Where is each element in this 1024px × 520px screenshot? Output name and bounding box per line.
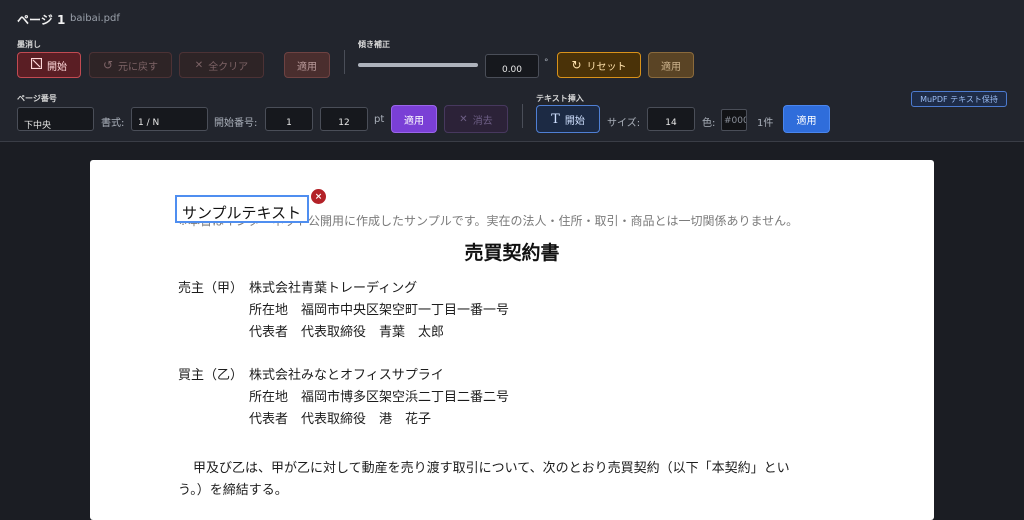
text-insert-section-label: テキスト挿入: [536, 94, 584, 103]
page-number-apply-label: 適用: [404, 115, 424, 127]
text-insert-apply-button[interactable]: 適用: [783, 105, 830, 133]
redact-apply-label: 適用: [297, 61, 317, 73]
seller-representative: 代表者 代表取締役 青葉 太郎: [249, 325, 445, 340]
deskew-reset-button[interactable]: ↻ リセット: [557, 52, 641, 78]
page-number-section-label: ページ番号: [17, 94, 57, 103]
deskew-apply-label: 適用: [661, 61, 681, 73]
deskew-slider[interactable]: [358, 63, 478, 67]
toolbar: ページ 1 baibai.pdf 墨消し 開始 ↺ 元に戻す ✕ 全クリア 適用…: [0, 0, 1024, 142]
pdf-page[interactable]: ※本書はインターネット公開用に作成したサンプルです。実在の法人・住所・取引・商品…: [90, 160, 934, 520]
buyer-label: 買主（乙）: [178, 368, 244, 383]
page-title: ページ 1: [17, 13, 66, 27]
buyer-company: 株式会社みなとオフィスサプライ: [249, 368, 444, 383]
deskew-section-label: 傾き補正: [358, 40, 390, 49]
undo-button[interactable]: ↺ 元に戻す: [89, 52, 172, 78]
redact-box-icon: [30, 57, 43, 72]
reset-icon: ↻: [571, 58, 582, 72]
format-label: 書式:: [101, 118, 125, 129]
document-title: 売買契約書: [464, 242, 560, 264]
degree-symbol: °: [544, 58, 549, 68]
reset-label: リセット: [586, 61, 627, 73]
buyer-representative: 代表者 代表取締役 港 花子: [249, 412, 432, 427]
redact-start-button[interactable]: 開始: [17, 52, 81, 78]
clear-icon: ✕: [194, 59, 204, 71]
buyer-address: 所在地 福岡市博多区架空浜二丁目二番二号: [249, 390, 510, 405]
page-number-clear-button[interactable]: ✕ 消去: [444, 105, 508, 133]
page-number-apply-button[interactable]: 適用: [391, 105, 437, 133]
seller-address: 所在地 福岡市中央区架空町一丁目一番一号: [249, 303, 510, 318]
redact-section-label: 墨消し: [17, 40, 41, 49]
text-size-input[interactable]: 14: [647, 107, 695, 131]
start-number-input[interactable]: 1: [265, 107, 313, 131]
undo-label: 元に戻す: [118, 61, 159, 73]
mupdf-badge: MuPDF テキスト保持: [911, 91, 1007, 107]
pt-unit-label: pt: [374, 114, 385, 125]
deskew-apply-button[interactable]: 適用: [648, 52, 694, 78]
redact-start-label: 開始: [47, 61, 67, 73]
start-number-label: 開始番号:: [214, 118, 258, 129]
seller-company: 株式会社青葉トレーディング: [249, 281, 418, 296]
clear-all-label: 全クリア: [208, 61, 249, 73]
text-insert-apply-label: 適用: [796, 115, 817, 127]
body-paragraph-line-2: う。）を締結する。: [178, 483, 288, 498]
body-paragraph-line-1: 甲及び乙は、甲が乙に対して動産を売り渡す取引について、次のとおり売買契約（以下「…: [193, 461, 790, 476]
color-label: 色:: [702, 118, 716, 129]
text-insert-start-button[interactable]: T 開始: [536, 105, 600, 133]
text-tool-icon: T: [551, 111, 560, 127]
undo-icon: ↺: [102, 58, 114, 72]
color-picker[interactable]: #000: [721, 109, 747, 131]
page-number-position-select[interactable]: 下中央: [17, 107, 94, 131]
text-size-label: サイズ:: [607, 118, 641, 129]
delete-text-box-icon[interactable]: ×: [311, 189, 326, 204]
redact-apply-button[interactable]: 適用: [284, 52, 330, 78]
inserted-text-box[interactable]: サンプルテキスト: [175, 195, 309, 223]
seller-label: 売主（甲）: [178, 281, 244, 296]
page-number-size-input[interactable]: 12: [320, 107, 368, 131]
clear-x-icon: ✕: [459, 113, 468, 125]
text-count-label: 1件: [757, 118, 774, 129]
format-input[interactable]: 1 / N: [131, 107, 208, 131]
divider: [344, 50, 345, 74]
text-insert-start-label: 開始: [564, 115, 585, 127]
clear-all-button[interactable]: ✕ 全クリア: [179, 52, 264, 78]
deskew-angle-input[interactable]: 0.00: [485, 54, 539, 78]
page-number-clear-label: 消去: [472, 115, 493, 127]
divider: [522, 104, 523, 128]
file-name: baibai.pdf: [70, 13, 120, 24]
